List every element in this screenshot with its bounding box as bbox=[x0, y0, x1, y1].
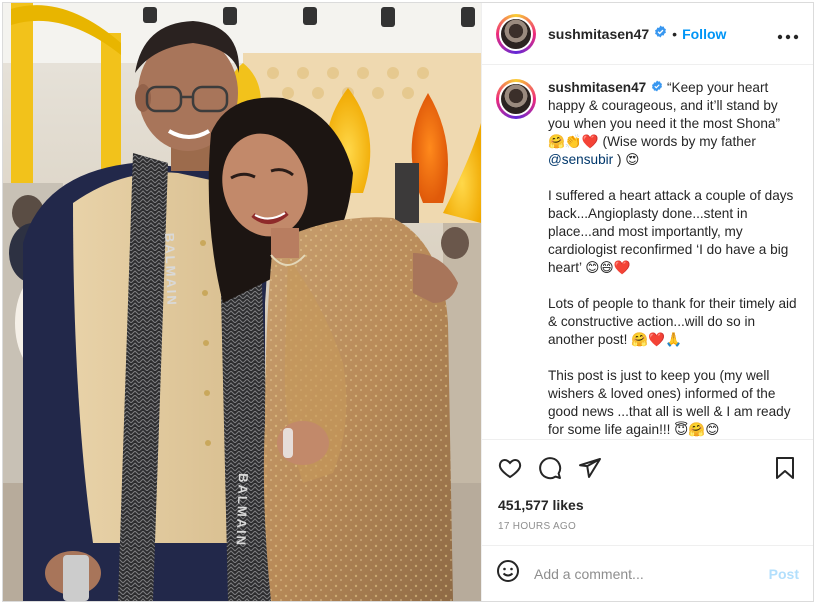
caption-paragraph: This post is just to keep you (my well w… bbox=[548, 368, 795, 438]
action-bar bbox=[482, 439, 813, 495]
scarf-brand-text: BALMAIN bbox=[162, 233, 180, 307]
caption-text: sushmitasen47 “Keep your heart happy & c… bbox=[548, 79, 798, 439]
post-photo-illustration: BALMAIN BALMAIN bbox=[3, 3, 481, 601]
caption-text-part: ) 😍 bbox=[613, 152, 640, 168]
caption-avatar[interactable] bbox=[496, 79, 536, 119]
verified-badge-icon bbox=[654, 25, 667, 43]
emoji-icon[interactable] bbox=[496, 559, 520, 588]
caption-username[interactable]: sushmitasen47 bbox=[548, 80, 646, 95]
caption-paragraph: I suffered a heart attack a couple of da… bbox=[548, 188, 798, 276]
comment-bar: Post bbox=[482, 545, 813, 601]
share-icon[interactable] bbox=[576, 454, 604, 482]
separator-dot: • bbox=[672, 25, 678, 42]
follow-button[interactable]: Follow bbox=[682, 26, 726, 42]
scarf-brand-text-2: BALMAIN bbox=[233, 473, 251, 547]
verified-badge-icon bbox=[651, 79, 663, 97]
more-options-icon[interactable] bbox=[777, 25, 799, 43]
avatar-image bbox=[499, 82, 533, 116]
post-photo[interactable]: BALMAIN BALMAIN bbox=[3, 3, 481, 601]
post-header: sushmitasen47 • Follow bbox=[482, 3, 813, 65]
mention-link[interactable]: @sensubir bbox=[548, 152, 613, 167]
instagram-post-window: BALMAIN BALMAIN sushmitasen47 • Follow s… bbox=[2, 2, 814, 602]
post-timestamp: 17 HOURS AGO bbox=[498, 521, 577, 532]
header-username[interactable]: sushmitasen47 bbox=[548, 26, 649, 42]
profile-avatar[interactable] bbox=[496, 13, 536, 54]
caption-area: sushmitasen47 “Keep your heart happy & c… bbox=[482, 65, 813, 439]
likes-count[interactable]: 451,577 likes bbox=[482, 495, 813, 515]
post-comment-button[interactable]: Post bbox=[769, 566, 799, 582]
avatar-image bbox=[499, 16, 533, 51]
bookmark-icon[interactable] bbox=[771, 454, 799, 482]
caption-paragraph: Lots of people to thank for their timely… bbox=[548, 296, 801, 348]
comment-input[interactable] bbox=[534, 565, 769, 582]
caption-first-paragraph: sushmitasen47 “Keep your heart happy & c… bbox=[548, 79, 798, 169]
heart-icon[interactable] bbox=[496, 454, 524, 482]
comment-icon[interactable] bbox=[536, 454, 564, 482]
post-details-panel: sushmitasen47 • Follow sushmitasen47 “Ke… bbox=[481, 3, 813, 601]
